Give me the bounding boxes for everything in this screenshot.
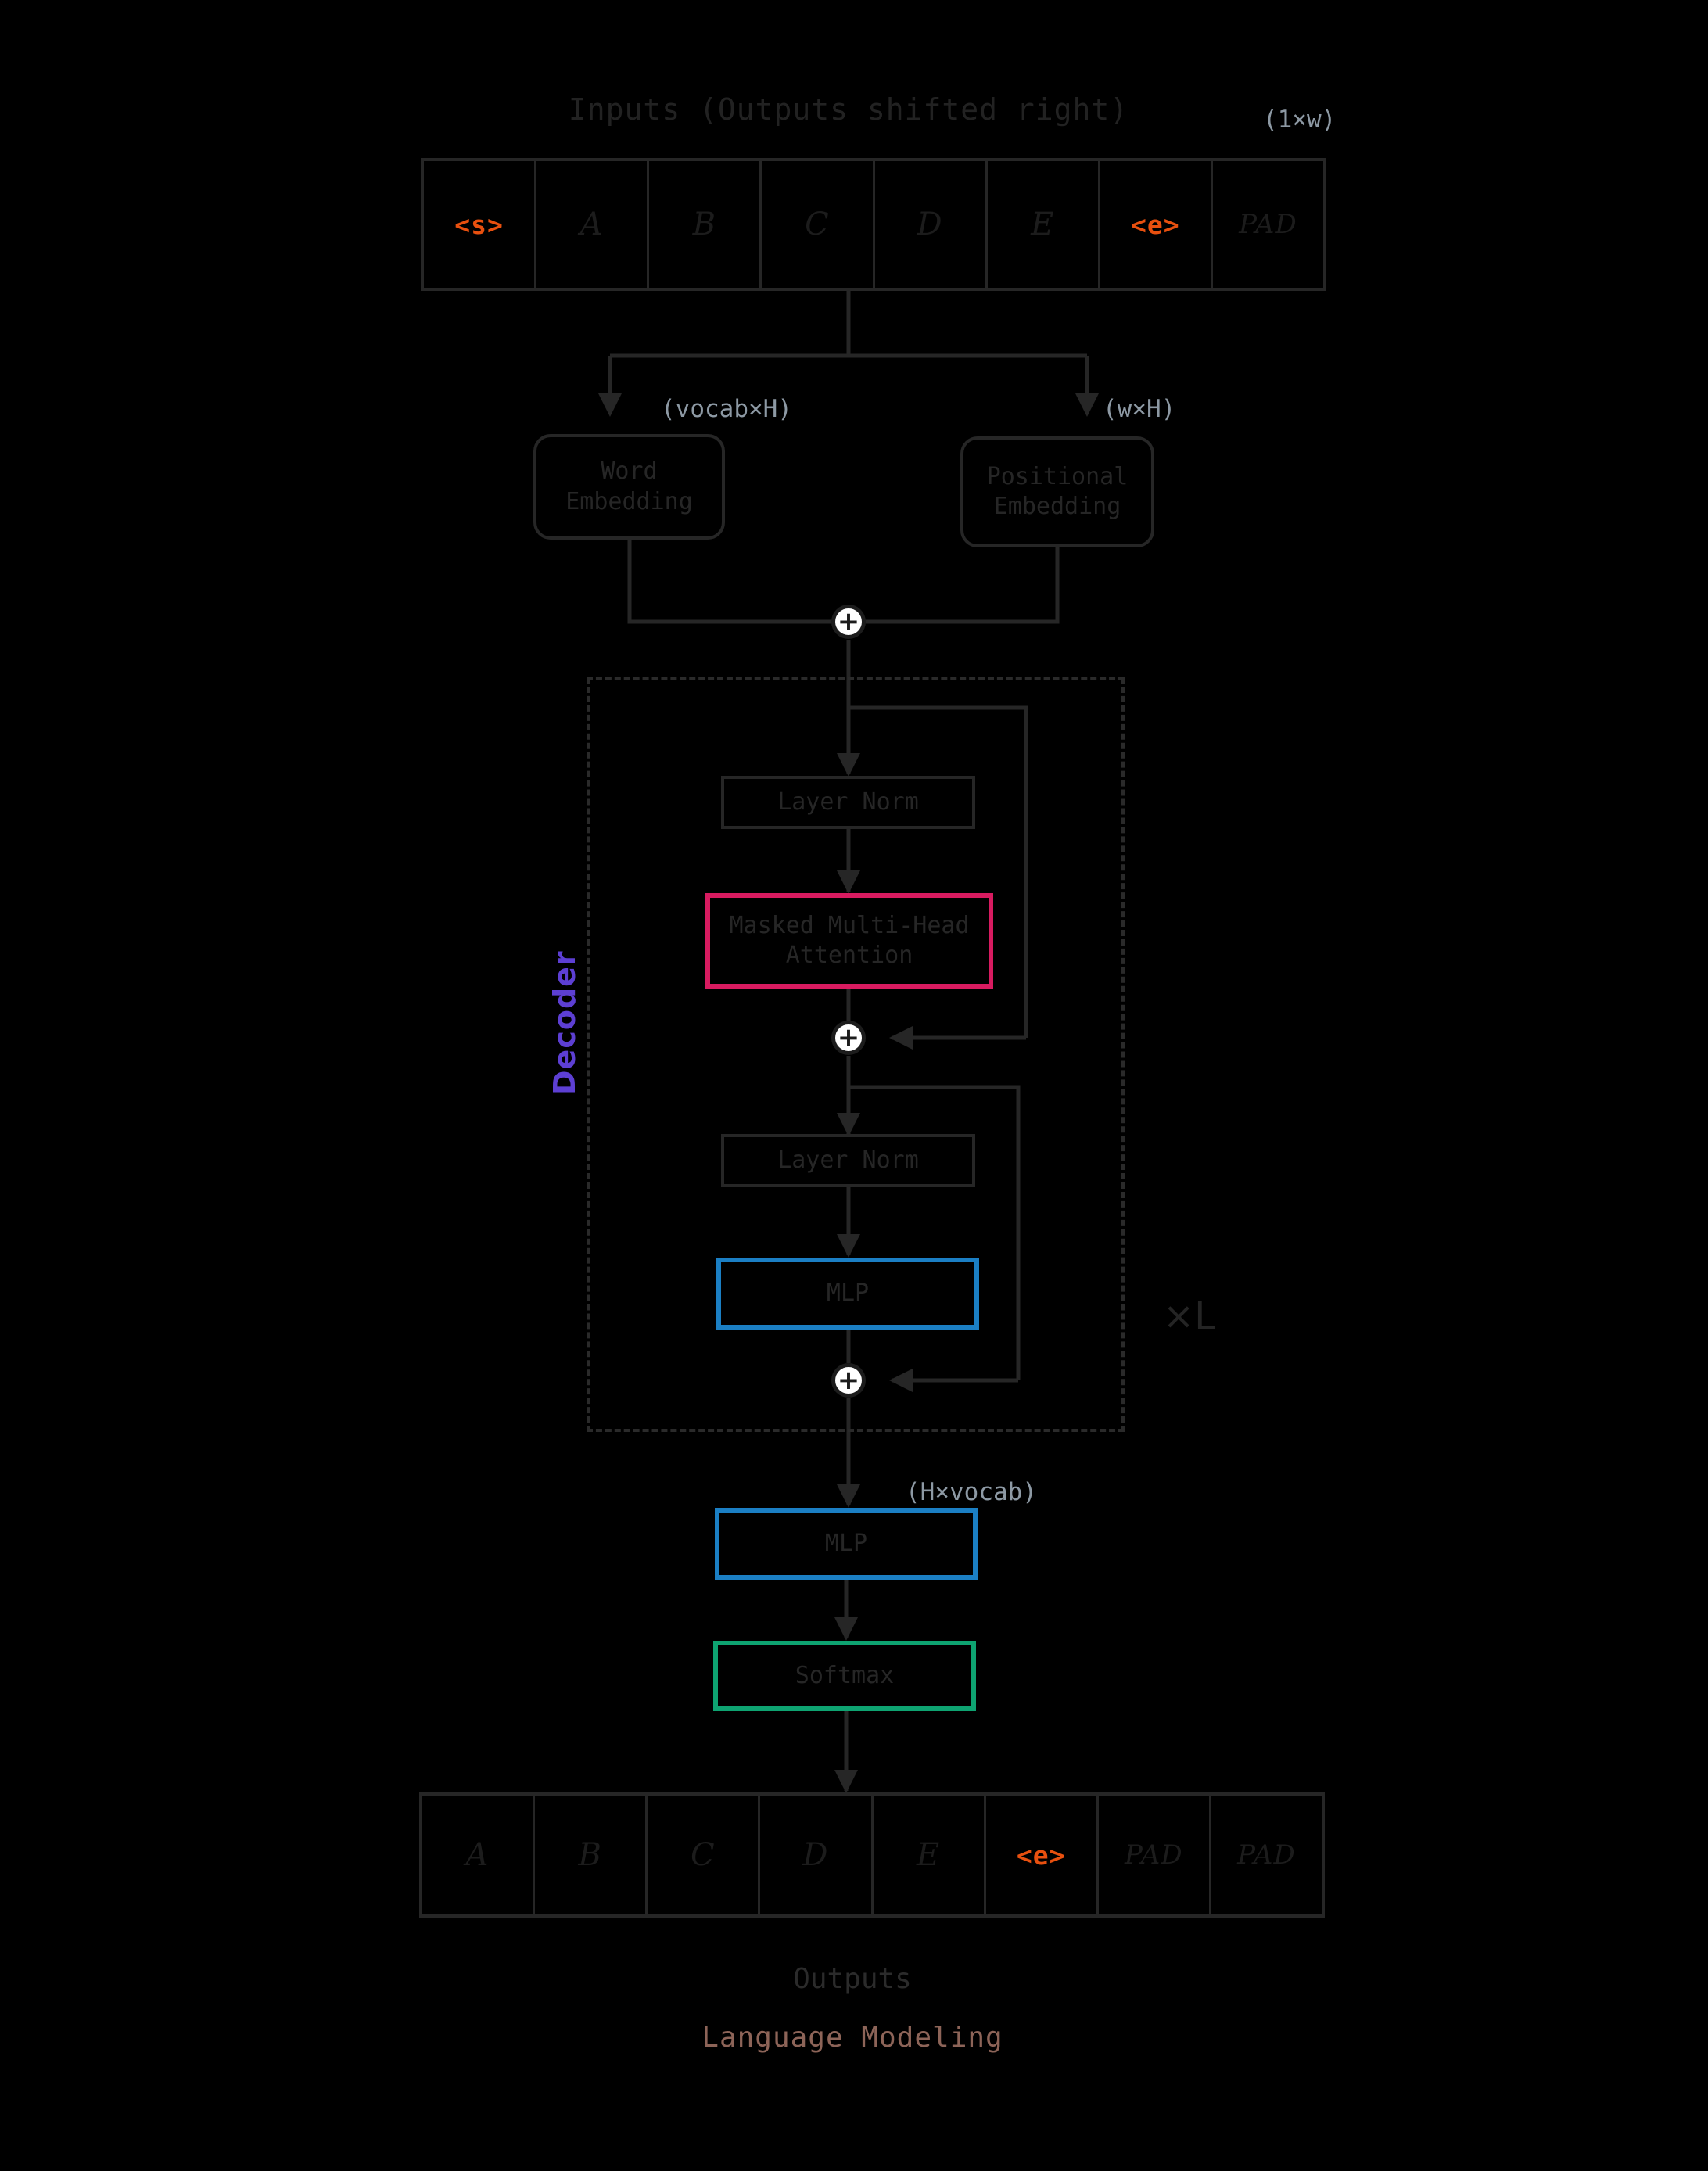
diagram-caption: Language Modeling — [702, 2022, 1003, 2054]
output-token-cell[interactable]: A — [422, 1796, 536, 1914]
output-token-label: B — [578, 1837, 602, 1873]
softmax-box[interactable]: Softmax — [713, 1641, 976, 1711]
output-token-label: D — [802, 1837, 829, 1873]
masked-multi-head-attention-label: Masked Multi-Head Attention — [729, 911, 970, 969]
input-token-cell[interactable]: B — [649, 161, 762, 288]
decoder-repeat-label: ×L — [1163, 1294, 1215, 1338]
layer-norm-2-label: Layer Norm — [777, 1146, 919, 1174]
output-token-label: A — [465, 1837, 490, 1873]
head-mlp-label: MLP — [824, 1529, 868, 1557]
input-token-cell[interactable]: PAD — [1212, 161, 1323, 288]
input-token-cell[interactable]: E — [987, 161, 1100, 288]
embedding-add-node: + — [831, 605, 866, 639]
head-mlp-box[interactable]: MLP — [715, 1508, 978, 1580]
output-token-cell[interactable]: C — [648, 1796, 761, 1914]
positional-embedding-shape-label: (w×H) — [1103, 395, 1176, 423]
decoder-mlp-label: MLP — [826, 1279, 870, 1307]
input-token-cell[interactable]: <s> — [424, 161, 537, 288]
diagram-canvas: Inputs (Outputs shifted right) (1×w) <s>… — [0, 0, 1708, 2171]
output-token-label: PAD — [1125, 1839, 1183, 1871]
output-token-cell[interactable]: E — [873, 1796, 986, 1914]
decoder-label: Decoder — [547, 950, 582, 1095]
positional-embedding-label: Positional Embedding — [986, 462, 1128, 520]
output-token-label: C — [691, 1837, 716, 1873]
outputs-label: Outputs — [793, 1963, 912, 1995]
input-token-label: A — [580, 206, 604, 242]
input-token-label: PAD — [1239, 209, 1297, 240]
wire-pos-to-add — [849, 547, 1060, 624]
input-token-cell[interactable]: D — [874, 161, 988, 288]
output-token-label: <e> — [1016, 1839, 1066, 1871]
input-token-cell[interactable]: A — [536, 161, 650, 288]
input-token-label: <s> — [454, 209, 504, 240]
output-token-cell[interactable]: PAD — [1211, 1796, 1322, 1914]
input-token-strip: <s> A B C D E <e> PAD — [421, 158, 1326, 291]
input-token-label: <e> — [1131, 209, 1180, 240]
softmax-label: Softmax — [795, 1661, 895, 1689]
residual-add-2-node: + — [831, 1363, 866, 1398]
decoder-mlp-box[interactable]: MLP — [716, 1258, 979, 1330]
input-token-label: C — [805, 206, 830, 242]
output-token-cell[interactable]: PAD — [1098, 1796, 1211, 1914]
output-token-label: E — [916, 1837, 941, 1873]
positional-embedding-box[interactable]: Positional Embedding — [960, 436, 1154, 547]
layer-norm-1-box[interactable]: Layer Norm — [721, 776, 975, 829]
input-token-label: D — [917, 206, 943, 242]
word-embedding-label: Word Embedding — [565, 458, 693, 515]
output-token-cell[interactable]: B — [535, 1796, 648, 1914]
input-token-cell[interactable]: C — [762, 161, 875, 288]
head-mlp-shape-label: (H×vocab) — [906, 1478, 1037, 1506]
page-title: Inputs (Outputs shifted right) — [568, 92, 1129, 127]
output-token-cell[interactable]: <e> — [985, 1796, 1099, 1914]
layer-norm-1-label: Layer Norm — [777, 788, 919, 816]
input-token-cell[interactable]: <e> — [1100, 161, 1213, 288]
masked-multi-head-attention-box[interactable]: Masked Multi-Head Attention — [705, 893, 993, 989]
output-token-label: PAD — [1237, 1839, 1296, 1871]
layer-norm-2-box[interactable]: Layer Norm — [721, 1134, 975, 1187]
residual-add-1-node: + — [831, 1021, 866, 1055]
word-embedding-shape-label: (vocab×H) — [661, 395, 792, 423]
wire-word-to-add — [627, 540, 849, 624]
input-token-label: B — [692, 206, 717, 242]
output-token-cell[interactable]: D — [760, 1796, 874, 1914]
input-shape-label: (1×w) — [1263, 106, 1337, 134]
output-token-strip: A B C D E <e> PAD PAD — [419, 1792, 1325, 1918]
word-embedding-box[interactable]: Word Embedding — [533, 434, 725, 540]
input-token-label: E — [1031, 206, 1055, 242]
